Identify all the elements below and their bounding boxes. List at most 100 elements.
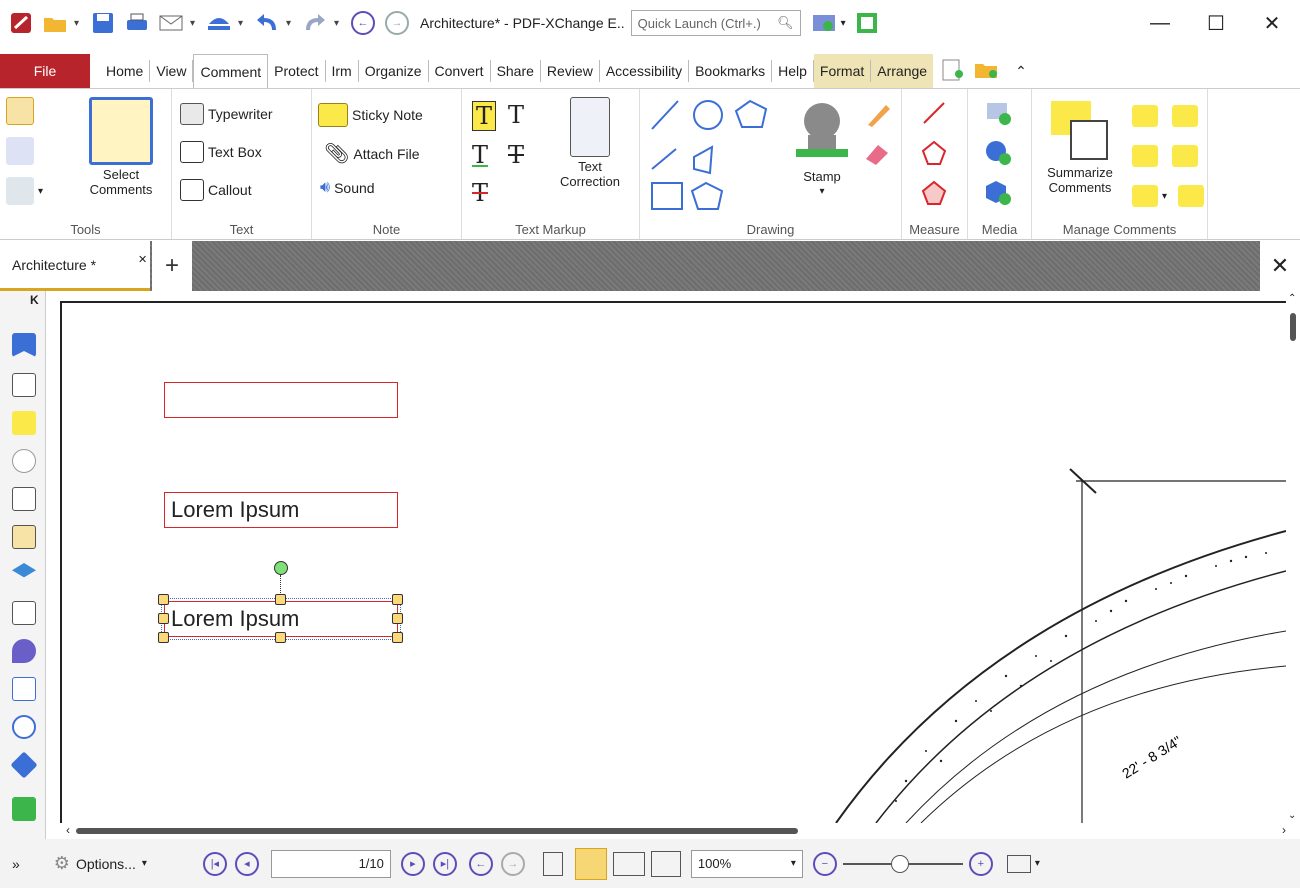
- continuous-facing-icon[interactable]: [650, 850, 681, 877]
- previous-page-icon[interactable]: ◂: [234, 851, 259, 876]
- menu-convert[interactable]: Convert: [429, 60, 491, 82]
- menu-file[interactable]: File: [0, 54, 90, 88]
- save-icon[interactable]: [88, 8, 118, 38]
- minimize-button[interactable]: —: [1132, 0, 1188, 46]
- area-button[interactable]: [920, 179, 948, 207]
- replace-text-button[interactable]: T: [508, 141, 524, 169]
- continuous-page-icon[interactable]: [574, 847, 607, 880]
- highlight-text-button[interactable]: T: [472, 101, 497, 131]
- attachments-icon[interactable]: [12, 449, 36, 473]
- add-video-button[interactable]: [984, 99, 1012, 127]
- eraser-button[interactable]: [862, 139, 892, 167]
- first-page-icon[interactable]: |◂: [202, 851, 227, 876]
- vertical-scroll-thumb[interactable]: [1290, 313, 1296, 341]
- menu-organize[interactable]: Organize: [359, 60, 429, 82]
- menu-comment[interactable]: Comment: [193, 54, 269, 88]
- show-comments-button[interactable]: ▾: [1132, 185, 1167, 207]
- close-window-button[interactable]: ✕: [1244, 0, 1300, 46]
- add-audio-button[interactable]: [984, 139, 1012, 167]
- open-folder-icon[interactable]: [40, 8, 70, 38]
- redo-icon[interactable]: [300, 8, 330, 38]
- single-page-icon[interactable]: [542, 851, 563, 876]
- scroll-left-icon[interactable]: ‹: [66, 823, 70, 837]
- zoom-out-icon[interactable]: −: [812, 851, 837, 876]
- email-icon[interactable]: [156, 8, 186, 38]
- flatten-comments-button[interactable]: [1132, 145, 1158, 167]
- hand-tool-button[interactable]: [6, 97, 34, 125]
- insert-text-button[interactable]: T: [508, 101, 524, 129]
- resize-handle-tr[interactable]: [392, 594, 403, 605]
- fit-page-icon[interactable]: [1006, 854, 1031, 873]
- destinations-icon[interactable]: [12, 639, 36, 663]
- quick-launch-input[interactable]: Quick Launch (Ctrl+.) 🔍︎: [630, 10, 801, 36]
- zoom-in-icon[interactable]: +: [968, 851, 993, 876]
- document-canvas[interactable]: Lorem Ipsum Lorem Ipsum 22' - 8 3/4": [46, 291, 1286, 823]
- menu-bookmarks[interactable]: Bookmarks: [689, 60, 773, 82]
- thumbnails-icon[interactable]: [12, 373, 36, 397]
- tab-close-icon[interactable]: ✕: [138, 253, 147, 266]
- menu-arrange[interactable]: Arrange: [871, 60, 933, 82]
- options-button[interactable]: ⚙︎ Options... ▾: [54, 853, 147, 874]
- zoom-slider-thumb[interactable]: [890, 854, 909, 873]
- back-icon[interactable]: ←: [348, 8, 378, 38]
- stamp-button[interactable]: Stamp ▾: [786, 97, 858, 197]
- attach-file-button[interactable]: 📎︎ Attach File: [324, 141, 420, 166]
- search-folder-icon[interactable]: [973, 58, 1001, 85]
- tags-icon[interactable]: [12, 677, 36, 701]
- scroll-up-icon[interactable]: ⌃: [1288, 293, 1296, 304]
- typewriter-button[interactable]: Typewriter: [180, 103, 273, 125]
- comment-properties-button[interactable]: [1178, 185, 1204, 207]
- resize-handle-tl[interactable]: [158, 594, 169, 605]
- resize-handle-ml[interactable]: [158, 613, 169, 624]
- callout-button[interactable]: Callout: [180, 179, 252, 201]
- fullscreen-icon[interactable]: [852, 8, 882, 38]
- open-dropdown-icon[interactable]: ▾: [74, 18, 84, 29]
- menu-share[interactable]: Share: [491, 60, 541, 82]
- text-box-button[interactable]: Text Box: [180, 141, 262, 163]
- select-text-button[interactable]: [6, 137, 34, 165]
- customize-icon[interactable]: [809, 8, 839, 38]
- text-correction-button[interactable]: Text Correction: [548, 97, 632, 189]
- content-icon[interactable]: [12, 487, 36, 511]
- article-icon[interactable]: [12, 797, 36, 821]
- collapse-sidebar-icon[interactable]: K: [30, 293, 39, 307]
- vertical-scrollbar[interactable]: ⌃ ⌄: [1286, 291, 1300, 823]
- properties-icon[interactable]: [10, 751, 38, 779]
- resize-handle-mr[interactable]: [392, 613, 403, 624]
- rotate-handle[interactable]: [274, 561, 288, 575]
- print-icon[interactable]: [122, 8, 152, 38]
- pencil-button[interactable]: [862, 99, 892, 129]
- new-tab-button[interactable]: +: [152, 241, 192, 291]
- distance-button[interactable]: [920, 99, 948, 127]
- facing-pages-icon[interactable]: [612, 851, 645, 876]
- overflow-icon[interactable]: »: [12, 856, 20, 872]
- resize-handle-bl[interactable]: [158, 632, 169, 643]
- redo-dropdown-icon[interactable]: ▾: [334, 18, 344, 29]
- previous-view-icon[interactable]: ←: [468, 851, 493, 876]
- signatures-icon[interactable]: [12, 525, 36, 549]
- underline-button[interactable]: T: [472, 141, 488, 169]
- links-icon[interactable]: [12, 715, 36, 739]
- sticky-note-button[interactable]: Sticky Note: [318, 103, 423, 127]
- strikeout-button[interactable]: T: [472, 179, 488, 207]
- forward-icon[interactable]: →: [382, 8, 412, 38]
- scan-icon[interactable]: [204, 8, 234, 38]
- select-comments-button[interactable]: Select Comments: [76, 97, 166, 197]
- menu-view[interactable]: View: [150, 60, 194, 82]
- resize-handle-br[interactable]: [392, 632, 403, 643]
- layers-icon[interactable]: [12, 563, 36, 578]
- tab-architecture[interactable]: Architecture * ✕: [0, 241, 150, 291]
- scroll-right-icon[interactable]: ›: [1282, 823, 1286, 837]
- fit-dropdown-icon[interactable]: ▾: [1035, 858, 1040, 869]
- horizontal-scroll-thumb[interactable]: [76, 828, 798, 834]
- menu-review[interactable]: Review: [541, 60, 600, 82]
- resize-handle-tc[interactable]: [275, 594, 286, 605]
- bookmarks-icon[interactable]: [12, 333, 36, 357]
- resize-handle-bc[interactable]: [275, 632, 286, 643]
- last-page-icon[interactable]: ▸|: [432, 851, 457, 876]
- textbox-annotation[interactable]: Lorem Ipsum: [164, 492, 398, 528]
- add-3d-button[interactable]: [984, 179, 1012, 207]
- email-dropdown-icon[interactable]: ▾: [190, 18, 200, 29]
- scan-dropdown-icon[interactable]: ▾: [238, 18, 248, 29]
- undo-icon[interactable]: [252, 8, 282, 38]
